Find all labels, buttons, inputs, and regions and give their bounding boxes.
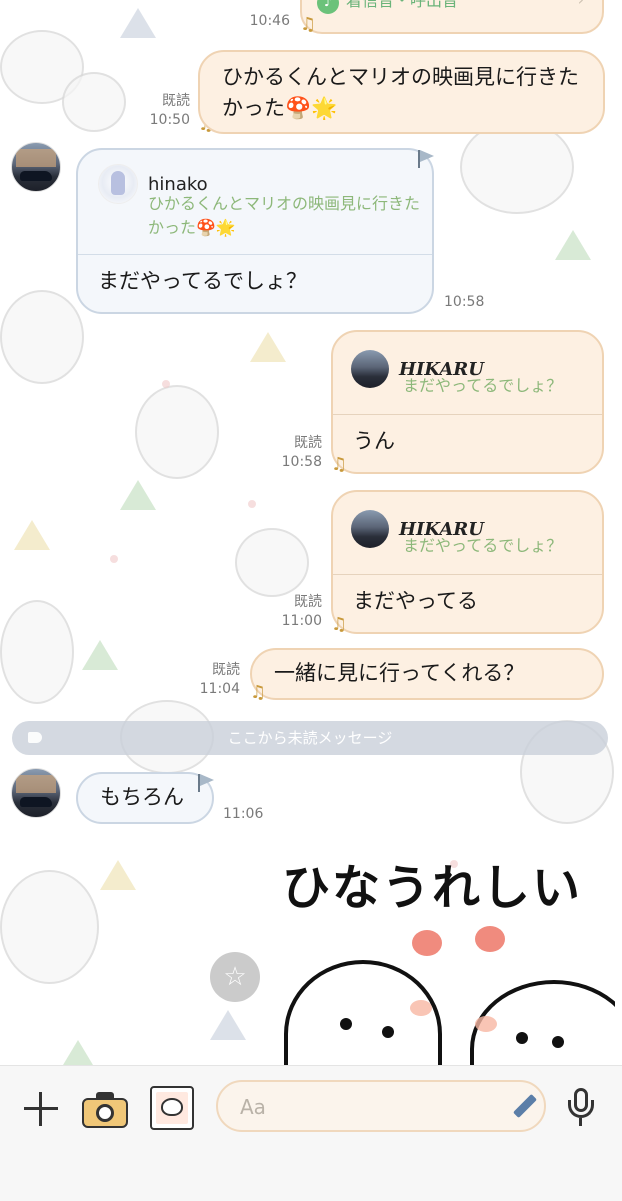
reply-divider (78, 254, 432, 255)
pen-icon[interactable] (510, 1093, 538, 1121)
chevron-right-icon: › (578, 0, 584, 9)
sticker-caption: ひなうれしい (282, 860, 583, 916)
camera-icon[interactable] (82, 1090, 128, 1128)
call-label: 着信音・呼出音 (346, 0, 459, 10)
read-receipt: 既読 (212, 662, 240, 678)
message-time: 10:58 (281, 454, 322, 470)
flower-decoration (412, 930, 442, 956)
reply-avatar (351, 350, 389, 388)
music-note-icon: ♫ (300, 14, 317, 35)
reply-avatar (98, 164, 138, 204)
sticker-message[interactable]: ひなうれしい (270, 840, 615, 1065)
message-bubble[interactable]: もちろん (76, 772, 214, 824)
music-note-icon: ♪ (317, 0, 339, 14)
reply-message-bubble[interactable]: HIKARU まだやってるでしょ？ まだやってる (331, 490, 604, 634)
tag-icon (28, 732, 42, 743)
message-input[interactable] (238, 1092, 492, 1122)
music-note-icon: ♫ (250, 682, 267, 703)
message-input-box[interactable] (216, 1080, 546, 1132)
message-time: 11:00 (281, 613, 322, 629)
music-note-icon: ♫ (331, 454, 348, 475)
message-time: 10:46 (249, 13, 290, 29)
message-time: 11:06 (223, 806, 264, 822)
reply-quote-text: ひかるくんとマリオの映画見に行きたかった🍄🌟 (148, 194, 421, 237)
message-text: まだやってる (353, 589, 478, 613)
unread-divider: ここから未読メッセージ (12, 721, 608, 755)
unread-divider-label: ここから未読メッセージ (227, 729, 393, 747)
contact-avatar[interactable] (11, 142, 61, 192)
music-note-icon: ♫ (331, 614, 348, 635)
input-toolbar (0, 1065, 622, 1201)
message-time: 10:58 (444, 294, 485, 310)
reply-message-bubble[interactable]: hinako ひかるくんとマリオの映画見に行きたかった🍄🌟 まだやってるでしょ？ (76, 148, 434, 314)
read-receipt: 既読 (294, 435, 322, 451)
flag-icon (198, 774, 216, 792)
contact-avatar[interactable] (11, 768, 61, 818)
read-receipt: 既読 (294, 594, 322, 610)
car-image (20, 171, 52, 181)
plus-icon[interactable] (22, 1090, 60, 1128)
message-bubble[interactable]: 一緒に見に行ってくれる？ (250, 648, 604, 700)
reply-quote-text: まだやってるでしょ？ (403, 376, 563, 395)
reply-divider (333, 414, 602, 415)
call-message-bubble[interactable]: ♪ 着信音・呼出音 › (300, 0, 604, 34)
flag-icon (418, 150, 436, 168)
favorite-star-icon[interactable]: ☆ (210, 952, 260, 1002)
message-text: まだやってるでしょ？ (98, 269, 307, 293)
car-image (20, 797, 52, 807)
reply-quote-text: まだやってるでしょ？ (403, 536, 563, 555)
read-receipt: 既読 (162, 93, 190, 109)
reply-avatar (351, 510, 389, 548)
chat-area[interactable]: ♪ 着信音・呼出音 › 10:46 ♫ 既読 10:50 ♫ ひかるくんとマリオ… (0, 0, 622, 1065)
sticker-icon[interactable] (150, 1086, 194, 1130)
mic-icon[interactable] (566, 1088, 596, 1128)
message-bubble[interactable]: ひかるくんとマリオの映画見に行きたかった🍄🌟 (198, 50, 605, 134)
message-text: うん (353, 429, 395, 453)
reply-divider (333, 574, 602, 575)
message-text: 一緒に見に行ってくれる？ (274, 661, 525, 685)
flower-decoration (475, 926, 505, 952)
message-text: ひかるくんとマリオの映画見に行きたかった🍄🌟 (222, 65, 579, 120)
message-text: もちろん (100, 785, 184, 809)
reply-message-bubble[interactable]: HIKARU まだやってるでしょ？ うん (331, 330, 604, 474)
message-time: 10:50 (149, 112, 190, 128)
message-time: 11:04 (199, 681, 240, 697)
